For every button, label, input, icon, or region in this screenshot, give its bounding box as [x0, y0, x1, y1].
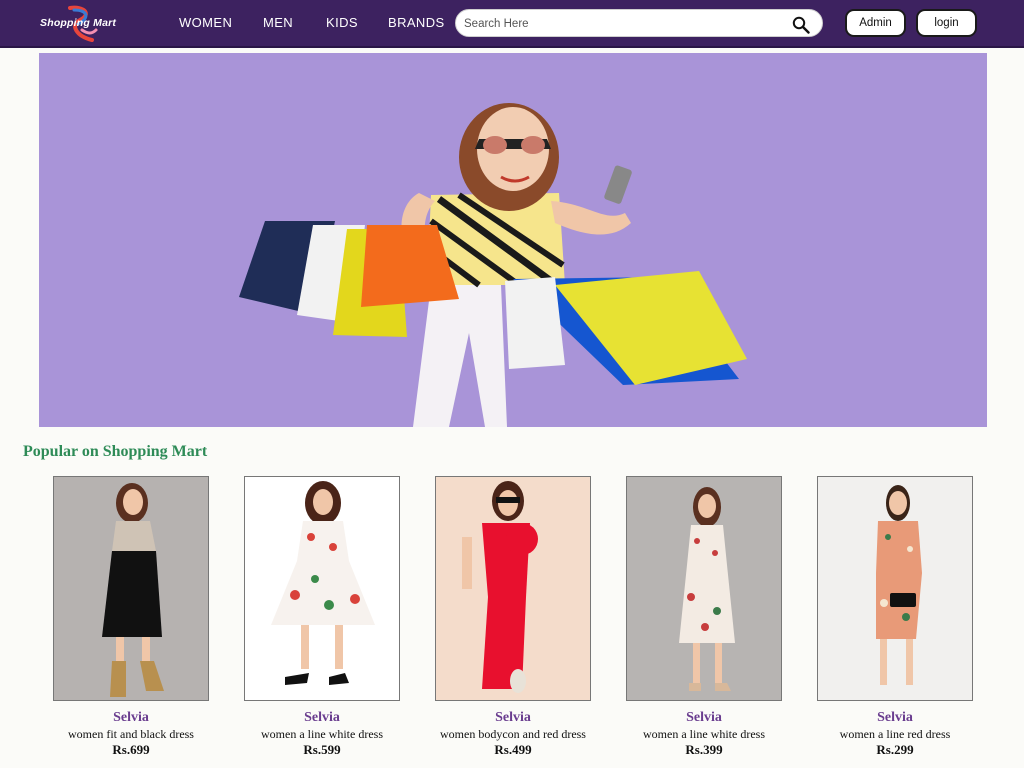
product-image[interactable] — [435, 476, 591, 701]
nav-link-kids[interactable]: KIDS — [326, 15, 358, 30]
product-price: Rs.399 — [685, 742, 723, 757]
nav-link-women[interactable]: WOMEN — [179, 15, 232, 30]
admin-button[interactable]: Admin — [845, 9, 906, 37]
product-name[interactable]: women bodycon and red dress — [415, 727, 611, 742]
product-brand[interactable]: Selvia — [33, 710, 229, 726]
search-bar — [455, 9, 823, 37]
logo-text: Shopping Mart — [40, 17, 117, 29]
product-price: Rs.499 — [494, 742, 532, 757]
login-button[interactable]: login — [916, 9, 977, 37]
product-card[interactable]: Selvia women a line red dress Rs.299 — [817, 476, 973, 757]
product-name[interactable]: women a line white dress — [606, 727, 802, 742]
product-brand[interactable]: Selvia — [797, 710, 993, 726]
product-card[interactable]: Selvia women fit and black dress Rs.699 — [53, 476, 209, 757]
product-card[interactable]: Selvia women a line white dress Rs.599 — [244, 476, 400, 757]
product-image[interactable] — [53, 476, 209, 701]
product-name[interactable]: women a line red dress — [797, 727, 993, 742]
nav-link-men[interactable]: MEN — [263, 15, 293, 30]
hero-banner[interactable] — [39, 53, 987, 427]
hero-image — [39, 53, 987, 427]
product-card[interactable]: Selvia women bodycon and red dress Rs.49… — [435, 476, 591, 757]
product-brand[interactable]: Selvia — [606, 710, 802, 726]
shopping-mart-logo[interactable]: Shopping Mart — [36, 4, 132, 44]
product-image[interactable] — [817, 476, 973, 701]
section-title: Popular on Shopping Mart — [23, 443, 208, 460]
search-input[interactable] — [464, 14, 784, 34]
product-name[interactable]: women fit and black dress — [33, 727, 229, 742]
product-image[interactable] — [244, 476, 400, 701]
product-name[interactable]: women a line white dress — [224, 727, 420, 742]
product-brand[interactable]: Selvia — [415, 710, 611, 726]
product-brand[interactable]: Selvia — [224, 710, 420, 726]
product-card[interactable]: Selvia women a line white dress Rs.399 — [626, 476, 782, 757]
product-price: Rs.699 — [112, 742, 150, 757]
product-price: Rs.299 — [876, 742, 914, 757]
nav-link-brands[interactable]: BRANDS — [388, 15, 445, 30]
product-image[interactable] — [626, 476, 782, 701]
product-price: Rs.599 — [303, 742, 341, 757]
search-icon[interactable] — [792, 16, 810, 34]
top-navbar: Shopping Mart WOMEN MEN KIDS BRANDS Admi… — [0, 0, 1024, 48]
